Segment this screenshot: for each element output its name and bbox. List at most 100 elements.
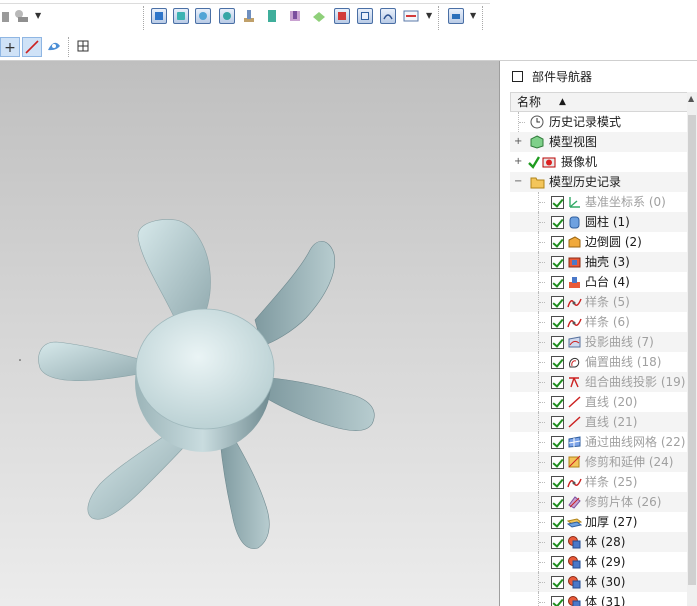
feature-visibility-checkbox[interactable] bbox=[551, 256, 564, 269]
line-icon[interactable] bbox=[22, 37, 42, 57]
chevron-down-icon[interactable]: ▼ bbox=[35, 11, 41, 20]
feature-visibility-checkbox[interactable] bbox=[551, 476, 564, 489]
tree-item-feature[interactable]: 抽壳 (3) bbox=[510, 252, 688, 272]
fan-model-render bbox=[19, 219, 375, 549]
toolbar-row-1: ▼ ▼ ▼ bbox=[0, 0, 697, 33]
tree-item-history-mode[interactable]: 历史记录模式 bbox=[510, 112, 688, 132]
tree-item-feature[interactable]: 圆柱 (1) bbox=[510, 212, 688, 232]
tree-item-label: 样条 (25) bbox=[585, 475, 638, 489]
tree-item-model-views[interactable]: + 模型视图 bbox=[510, 132, 688, 152]
feature-visibility-checkbox[interactable] bbox=[551, 296, 564, 309]
tree-item-feature[interactable]: 偏置曲线 (18) bbox=[510, 352, 688, 372]
copy-tool-icon[interactable] bbox=[12, 8, 32, 24]
feature-visibility-checkbox[interactable] bbox=[551, 536, 564, 549]
chevron-down-icon[interactable]: ▼ bbox=[470, 11, 476, 20]
tree-item-model-history[interactable]: − 模型历史记录 bbox=[510, 172, 688, 192]
layer-icon[interactable] bbox=[448, 8, 464, 24]
snap-icon[interactable] bbox=[44, 37, 64, 57]
tree-item-feature[interactable]: 修剪片体 (26) bbox=[510, 492, 688, 512]
feature-visibility-checkbox[interactable] bbox=[551, 496, 564, 509]
feature-visibility-checkbox[interactable] bbox=[551, 336, 564, 349]
table-icon[interactable] bbox=[73, 37, 93, 57]
feature-visibility-checkbox[interactable] bbox=[551, 516, 564, 529]
body-icon bbox=[567, 595, 582, 606]
feature-visibility-checkbox[interactable] bbox=[551, 316, 564, 329]
column-header-name[interactable]: 名称 ▲ bbox=[510, 92, 688, 112]
feature-visibility-checkbox[interactable] bbox=[551, 196, 564, 209]
cylinder-icon bbox=[567, 215, 582, 229]
navigator-pin-checkbox[interactable] bbox=[512, 71, 523, 82]
sort-arrow-icon[interactable]: ▲ bbox=[559, 93, 566, 111]
feature-visibility-checkbox[interactable] bbox=[551, 436, 564, 449]
tree-item-feature[interactable]: 边倒圆 (2) bbox=[510, 232, 688, 252]
tree-item-feature[interactable]: 凸台 (4) bbox=[510, 272, 688, 292]
boss-icon[interactable] bbox=[241, 8, 257, 24]
tree-line bbox=[539, 482, 545, 483]
tree-item-camera[interactable]: + 摄像机 bbox=[510, 152, 688, 172]
pad-icon[interactable] bbox=[264, 8, 280, 24]
cylinder-feature-icon[interactable] bbox=[151, 8, 167, 24]
feature-visibility-checkbox[interactable] bbox=[551, 576, 564, 589]
tree-line bbox=[539, 602, 545, 603]
feature-visibility-checkbox[interactable] bbox=[551, 456, 564, 469]
tree-item-feature[interactable]: 直线 (20) bbox=[510, 392, 688, 412]
feature-visibility-checkbox[interactable] bbox=[551, 276, 564, 289]
tree-item-feature[interactable]: 加厚 (27) bbox=[510, 512, 688, 532]
folder-icon bbox=[530, 175, 545, 189]
blend-icon[interactable] bbox=[311, 8, 327, 24]
tree-item-label: 组合曲线投影 (19) bbox=[585, 375, 686, 389]
nx-window: ▼ ▼ ▼ + 部件导航器 名称 ▲ 历史记录模式 + 模型视图 + 摄像机 −… bbox=[0, 0, 697, 606]
feature-visibility-checkbox[interactable] bbox=[551, 556, 564, 569]
tree-item-feature[interactable]: 基准坐标系 (0) bbox=[510, 192, 688, 212]
tree-item-feature[interactable]: 修剪和延伸 (24) bbox=[510, 452, 688, 472]
tree-item-feature[interactable]: 体 (31) bbox=[510, 592, 688, 606]
chevron-down-icon[interactable]: ▼ bbox=[426, 11, 432, 20]
tree-item-feature[interactable]: 组合曲线投影 (19) bbox=[510, 372, 688, 392]
feature-visibility-checkbox[interactable] bbox=[551, 356, 564, 369]
scrollbar-thumb[interactable] bbox=[688, 115, 696, 585]
tree-item-feature[interactable]: 体 (28) bbox=[510, 532, 688, 552]
tree-item-label: 直线 (21) bbox=[585, 415, 638, 429]
point-icon[interactable]: + bbox=[0, 37, 20, 57]
offset-icon[interactable] bbox=[403, 8, 419, 24]
feature-visibility-checkbox[interactable] bbox=[551, 416, 564, 429]
navigator-scrollbar[interactable]: ▲ bbox=[687, 92, 697, 606]
tree-item-feature[interactable]: 样条 (25) bbox=[510, 472, 688, 492]
clock-icon bbox=[530, 115, 545, 129]
thicken-icon bbox=[566, 515, 583, 529]
tree-item-feature[interactable]: 通过曲线网格 (22) bbox=[510, 432, 688, 452]
feature-visibility-checkbox[interactable] bbox=[551, 396, 564, 409]
feature-visibility-checkbox[interactable] bbox=[551, 596, 564, 606]
collapse-minus-icon[interactable]: − bbox=[514, 177, 522, 187]
expand-plus-icon[interactable]: + bbox=[514, 157, 522, 167]
hub-top bbox=[135, 308, 275, 430]
curve-icon[interactable] bbox=[380, 8, 396, 24]
revolve-icon[interactable] bbox=[195, 8, 211, 24]
tree-line bbox=[539, 502, 545, 503]
camera-icon bbox=[542, 155, 557, 169]
pocket-icon[interactable] bbox=[287, 8, 303, 24]
sphere-icon[interactable] bbox=[219, 8, 235, 24]
expand-plus-icon[interactable]: + bbox=[514, 137, 522, 147]
tree-item-feature[interactable]: 样条 (6) bbox=[510, 312, 688, 332]
tree-item-label: 圆柱 (1) bbox=[585, 215, 630, 229]
feature-visibility-checkbox[interactable] bbox=[551, 236, 564, 249]
tree-item-feature[interactable]: 体 (30) bbox=[510, 572, 688, 592]
tree-item-label: 投影曲线 (7) bbox=[585, 335, 654, 349]
feature-visibility-checkbox[interactable] bbox=[551, 376, 564, 389]
partial-tool-icon[interactable] bbox=[0, 9, 12, 25]
check-mark-icon bbox=[528, 155, 541, 169]
tree-item-label: 体 (30) bbox=[585, 575, 626, 589]
line-icon bbox=[567, 415, 582, 429]
tree-item-feature[interactable]: 样条 (5) bbox=[510, 292, 688, 312]
tree-item-feature[interactable]: 体 (29) bbox=[510, 552, 688, 572]
feature-visibility-checkbox[interactable] bbox=[551, 216, 564, 229]
tree-item-feature[interactable]: 直线 (21) bbox=[510, 412, 688, 432]
tree-item-label: 凸台 (4) bbox=[585, 275, 630, 289]
graphics-viewport[interactable] bbox=[0, 61, 499, 606]
shell-icon[interactable] bbox=[334, 8, 350, 24]
tree-item-feature[interactable]: 投影曲线 (7) bbox=[510, 332, 688, 352]
extrude-icon[interactable] bbox=[173, 8, 189, 24]
scroll-up-arrow-icon[interactable]: ▲ bbox=[688, 94, 694, 103]
grid-icon[interactable] bbox=[357, 8, 373, 24]
